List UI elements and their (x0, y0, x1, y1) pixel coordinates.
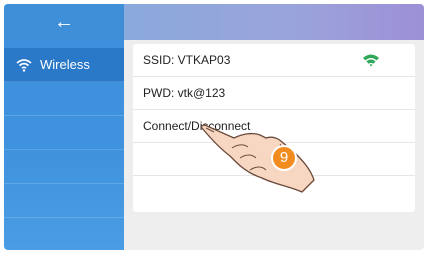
back-button[interactable]: ← (4, 4, 124, 40)
password-row: PWD: vtk@123 (133, 77, 415, 110)
wifi-signal-icon (363, 54, 379, 67)
ssid-label: SSID: VTKAP03 (143, 53, 231, 67)
pointing-hand-icon (200, 124, 315, 193)
ssid-row: SSID: VTKAP03 (133, 44, 415, 77)
sidebar-item-label: Wireless (40, 57, 90, 72)
top-bar (124, 4, 424, 40)
sidebar-item-empty (4, 218, 124, 250)
step-number-badge: 9 (271, 145, 297, 171)
sidebar-item-empty (4, 184, 124, 218)
sidebar-item-empty (4, 150, 124, 184)
sidebar-item-wireless[interactable]: Wireless (4, 48, 124, 82)
password-label: PWD: vtk@123 (143, 86, 226, 100)
back-arrow-icon: ← (54, 11, 74, 33)
sidebar: ← Wireless (4, 4, 124, 250)
wifi-icon (16, 58, 32, 72)
sidebar-item-empty (4, 82, 124, 116)
sidebar-item-empty (4, 116, 124, 150)
